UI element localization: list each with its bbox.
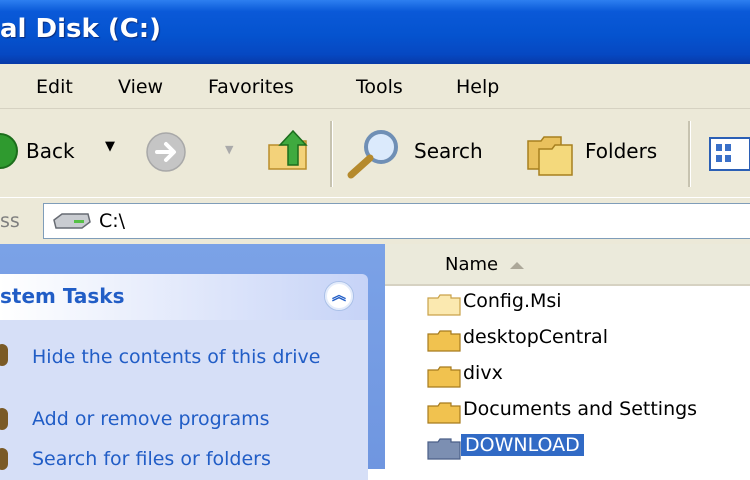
task-hide-drive-contents[interactable]: Hide the contents of this drive [32, 344, 332, 370]
back-arrow-icon [0, 133, 18, 169]
drive-icon [53, 213, 91, 229]
system-tasks-title: stem Tasks [0, 284, 125, 308]
folder-icon [427, 402, 461, 424]
folder-icon [427, 294, 461, 316]
collapse-chevron-icon[interactable]: ︽ [324, 281, 354, 311]
window-title: al Disk (C:) [0, 14, 162, 44]
task-pane: stem Tasks ︽ Hide the contents of this d… [0, 244, 385, 480]
menu-help[interactable]: Help [456, 76, 499, 98]
file-name: divx [463, 362, 503, 384]
sort-ascending-icon [510, 262, 524, 269]
up-folder-icon[interactable] [266, 127, 310, 173]
task-icon [0, 344, 8, 366]
menu-edit[interactable]: Edit [36, 76, 73, 98]
folder-icon [427, 438, 461, 460]
forward-dropdown-icon[interactable]: ▼ [225, 143, 233, 156]
column-header-name[interactable]: Name [385, 244, 750, 286]
task-add-remove-programs[interactable]: Add or remove programs [32, 406, 270, 432]
folder-icon [427, 366, 461, 388]
views-icon[interactable] [709, 137, 750, 171]
column-name-label: Name [445, 254, 499, 275]
task-search-files[interactable]: Search for files or folders [32, 446, 271, 472]
menu-tools[interactable]: Tools [356, 76, 403, 98]
search-icon [347, 130, 398, 179]
task-icon [0, 408, 8, 430]
toolbar: Back ▼ ▼ Search Folders [0, 109, 750, 197]
title-bar[interactable]: al Disk (C:) [0, 0, 750, 64]
back-dropdown-icon[interactable]: ▼ [105, 139, 115, 154]
file-name: Config.Msi [463, 290, 562, 312]
menu-view[interactable]: View [118, 76, 163, 98]
system-tasks-body: Hide the contents of this drive Add or r… [0, 320, 368, 480]
file-name: desktopCentral [463, 326, 608, 348]
address-bar: ss C:\ [0, 197, 750, 245]
forward-arrow-icon[interactable] [145, 131, 187, 173]
file-list: Name Config.Msi desktopCentral divx Docu… [385, 244, 750, 469]
menu-favorites[interactable]: Favorites [208, 76, 294, 98]
task-icon [0, 448, 8, 470]
toolbar-separator [688, 121, 691, 187]
search-label: Search [414, 139, 483, 163]
folders-label: Folders [585, 139, 658, 163]
address-field[interactable]: C:\ [43, 203, 750, 239]
back-label: Back [26, 139, 75, 163]
menu-bar: Edit View Favorites Tools Help [0, 64, 750, 109]
system-tasks-header[interactable]: stem Tasks ︽ [0, 274, 368, 320]
address-value: C:\ [99, 210, 126, 232]
folders-icon [527, 136, 573, 176]
file-name: Documents and Settings [463, 398, 698, 420]
address-label: ss [0, 210, 20, 232]
folder-icon [427, 330, 461, 352]
toolbar-separator [330, 121, 333, 187]
file-name: DOWNLOAD [461, 434, 584, 456]
